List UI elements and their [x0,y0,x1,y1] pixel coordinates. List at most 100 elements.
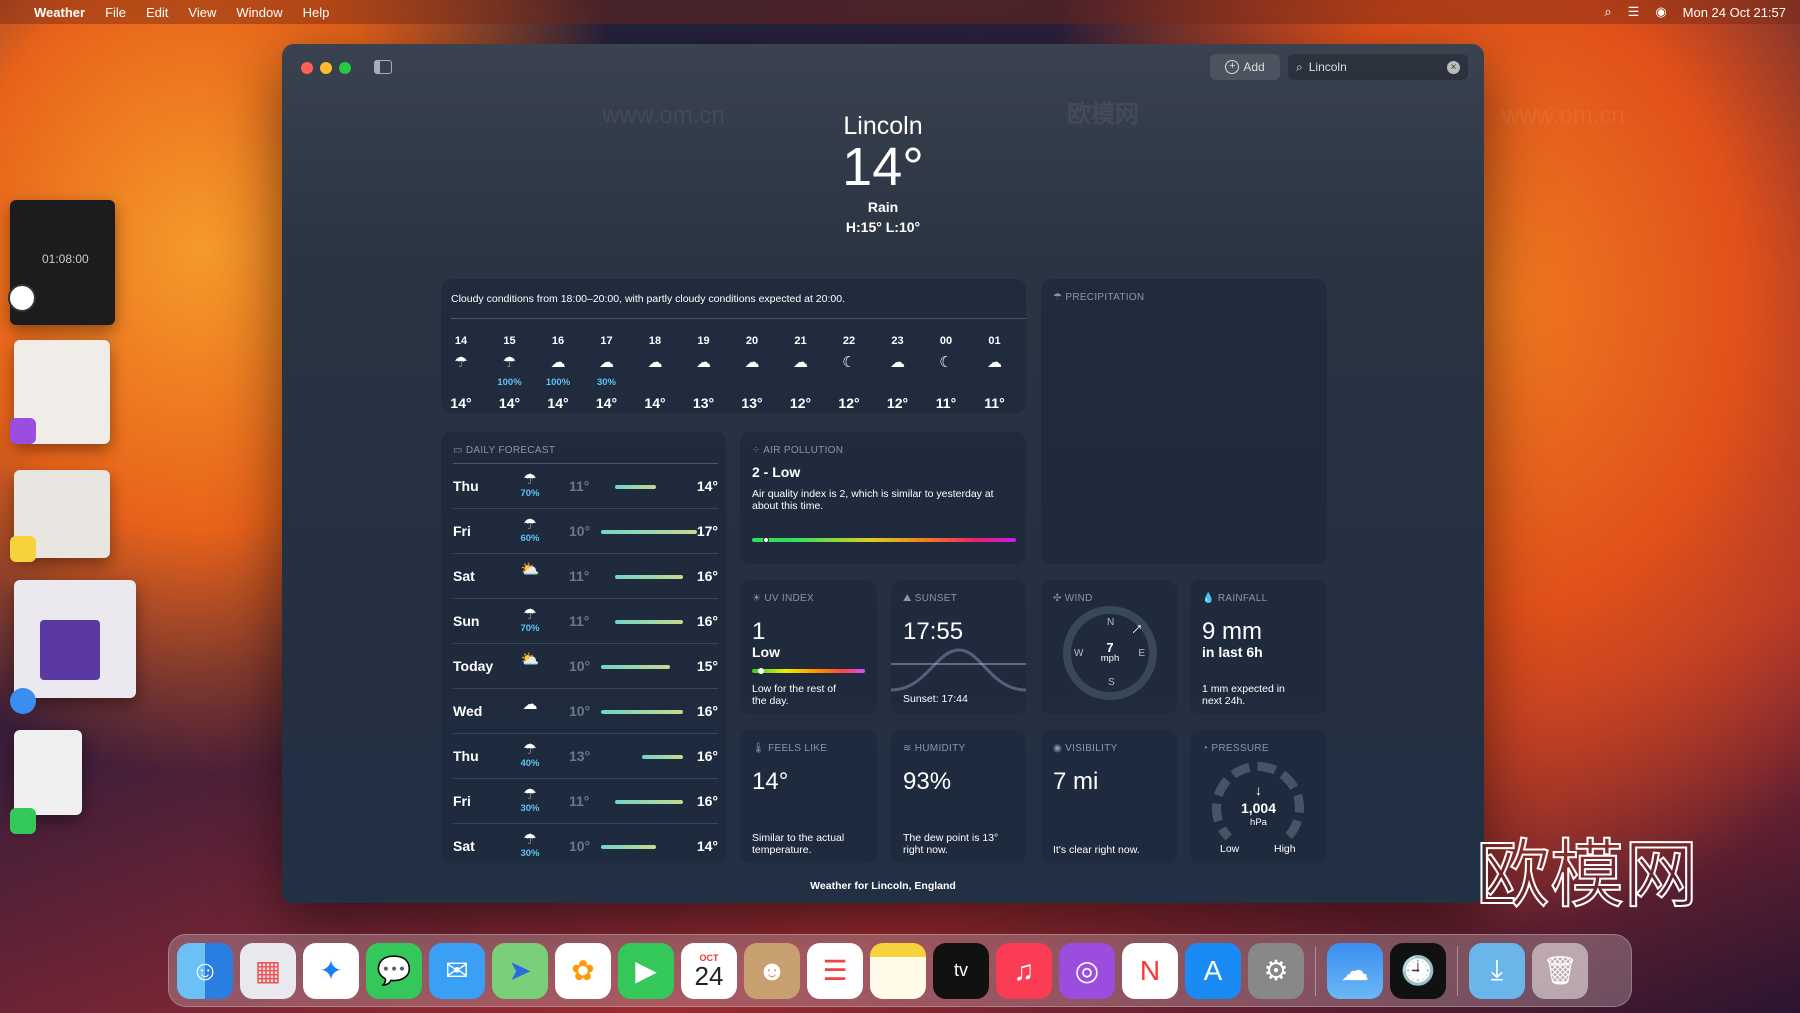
pressure-card[interactable]: ◔ PRESSURE ↓ 1,004 hPa Low High [1190,730,1327,863]
rainfall-desc: 1 mm expected in next 24h. [1202,683,1285,707]
clear-search-icon[interactable]: × [1447,60,1460,74]
stage-podcasts-window[interactable] [10,340,110,444]
rain-icon: ☂ 70% [515,470,545,499]
humidity-card[interactable]: ≋ HUMIDITY 93% The dew point is 13° righ… [891,730,1026,863]
safari-icon[interactable]: ✦ [303,942,359,999]
photos-icon[interactable]: ✿ [555,942,611,999]
control-center-icon[interactable]: ☰ [1628,4,1640,20]
contacts-icon[interactable]: ☻ [744,942,800,999]
visibility-card[interactable]: ◉ VISIBILITY 7 mi It's clear right now. [1041,730,1177,863]
day-name: Thu [453,478,479,494]
menu-view[interactable]: View [188,5,216,20]
facetime-icon[interactable]: ▶ [618,942,674,999]
pressure-label: ◔ PRESSURE [1202,743,1269,754]
moon-icon: ☾ [939,354,953,371]
humidity-label: ≋ HUMIDITY [903,743,966,754]
daily-row[interactable]: Fri ☂ 60% 10° 17° [453,508,718,553]
menu-file[interactable]: File [105,5,126,20]
notes-icon[interactable] [870,942,926,999]
uv-index-card[interactable]: ☀ UV INDEX 1 Low Low for the rest of the… [740,580,877,714]
air-pollution-card[interactable]: ⁘ AIR POLLUTION 2 - Low Air quality inde… [740,432,1026,564]
hour-temp: 14° [547,395,569,411]
hour-column: 19 ☁ 13° [684,335,724,411]
wind-label: ✣ WIND [1053,593,1093,604]
add-button[interactable]: + Add [1210,54,1280,80]
menu-app-name[interactable]: Weather [34,5,85,20]
hour-column: 22 ☾ 12° [829,335,869,411]
menu-help[interactable]: Help [303,5,330,20]
news-icon[interactable]: N [1122,942,1178,999]
temp-range-bar [601,530,697,534]
stage-safari-window[interactable] [10,580,136,714]
stage-messages-window[interactable] [10,730,82,834]
temp-range-track [601,575,697,579]
daily-row[interactable]: Wed ☁ 10° 16° [453,688,718,733]
hour-column: 00 ☾ 11° [926,335,966,411]
pressure-low: Low [1220,843,1240,855]
menu-edit[interactable]: Edit [146,5,168,20]
search-input[interactable]: Lincoln [1309,60,1441,74]
spotlight-icon[interactable]: ⌕ [1604,4,1611,20]
partly-sunny-icon: ⛅ [520,561,540,578]
daily-row[interactable]: Thu ☂ 40% 13° 16° [453,733,718,778]
hourly-summary: Cloudy conditions from 18:00–20:00, with… [451,293,845,305]
sunset-card[interactable]: ⛰ SUNSET 17:55 Sunset: 17:44 [891,580,1026,714]
music-icon[interactable]: ♫ [996,942,1052,999]
daily-row[interactable]: Fri ☂ 30% 11° 16° [453,778,718,823]
search-field[interactable]: ⌕ Lincoln × [1288,54,1468,80]
notes-app-icon [10,536,36,562]
day-precip-chance: 40% [520,758,540,769]
maps-icon[interactable]: ➤ [492,942,548,999]
zoom-button[interactable] [339,62,351,74]
downloads-folder-icon[interactable]: ⤓ [1469,942,1525,999]
clock-icon[interactable]: 🕘 [1390,942,1446,999]
close-button[interactable] [301,62,313,74]
day-low: 10° [569,523,591,539]
condition: Rain [867,199,899,215]
daily-row[interactable]: Thu ☂ 70% 11° 14° [453,463,718,508]
menu-clock[interactable]: Mon 24 Oct 21:57 [1683,5,1786,20]
wind-speed: 7 [1106,640,1114,655]
podcasts-icon[interactable]: ◎ [1059,942,1115,999]
rainfall-card[interactable]: 💧 RAINFALL 9 mm in last 6h 1 mm expected… [1190,580,1327,714]
apple-tv-icon[interactable]: tv [933,942,989,999]
launchpad-icon[interactable]: ▦ [240,942,296,999]
compass-s: S [1108,677,1115,688]
hour-precip-chance: 100% [497,377,522,388]
feels-like-card[interactable]: 🌡 FEELS LIKE 14° Similar to the actual t… [740,730,877,863]
temp-range-track [601,665,697,669]
pressure-high: High [1274,843,1296,855]
sidebar-toggle-icon[interactable] [374,60,392,74]
calendar-icon[interactable]: OCT 24 [681,942,737,999]
trash-icon[interactable]: 🗑 [1532,942,1588,999]
finder-icon[interactable]: ☺ [177,942,233,999]
system-settings-icon[interactable]: ⚙ [1248,942,1304,999]
hour-precip-chance: 100% [545,377,571,388]
hour-temp: 13° [741,395,763,411]
hour-precip-chance [975,377,1015,389]
humidity-value: 93% [903,768,952,795]
daily-row[interactable]: Sat ☂ 30% 10° 14° [453,823,718,868]
uv-level: Low [752,644,780,660]
menu-window[interactable]: Window [236,5,282,20]
daily-row[interactable]: Sat ⛅ 11° 16° [453,553,718,598]
wind-card[interactable]: ✣ WIND N E S W 7 mph ↑ [1041,580,1177,714]
uv-scale [752,668,865,674]
minimize-button[interactable] [320,62,332,74]
reminders-icon[interactable]: ☰ [807,942,863,999]
hour-time: 23 [891,335,904,347]
daily-row[interactable]: Sun ☂ 70% 11° 16° [453,598,718,643]
stage-clock-window[interactable]: 01:08:00 [8,200,115,325]
siri-icon[interactable]: ◉ [1655,4,1666,20]
mail-icon[interactable]: ✉ [429,942,485,999]
messages-icon[interactable]: 💬 [366,942,422,999]
stage-notes-window[interactable] [10,470,110,562]
weather-icon[interactable]: ☁ [1327,942,1383,999]
daily-row[interactable]: Today ⛅ 10° 15° [453,643,718,688]
cloud-icon: ☁ [647,354,663,371]
precipitation-card[interactable]: ☂ PRECIPITATION [1041,279,1327,564]
dock-separator [1457,945,1458,996]
plus-circle-icon: + [1225,60,1240,74]
temp-range-track [601,620,697,624]
app-store-icon[interactable]: A [1185,942,1241,999]
